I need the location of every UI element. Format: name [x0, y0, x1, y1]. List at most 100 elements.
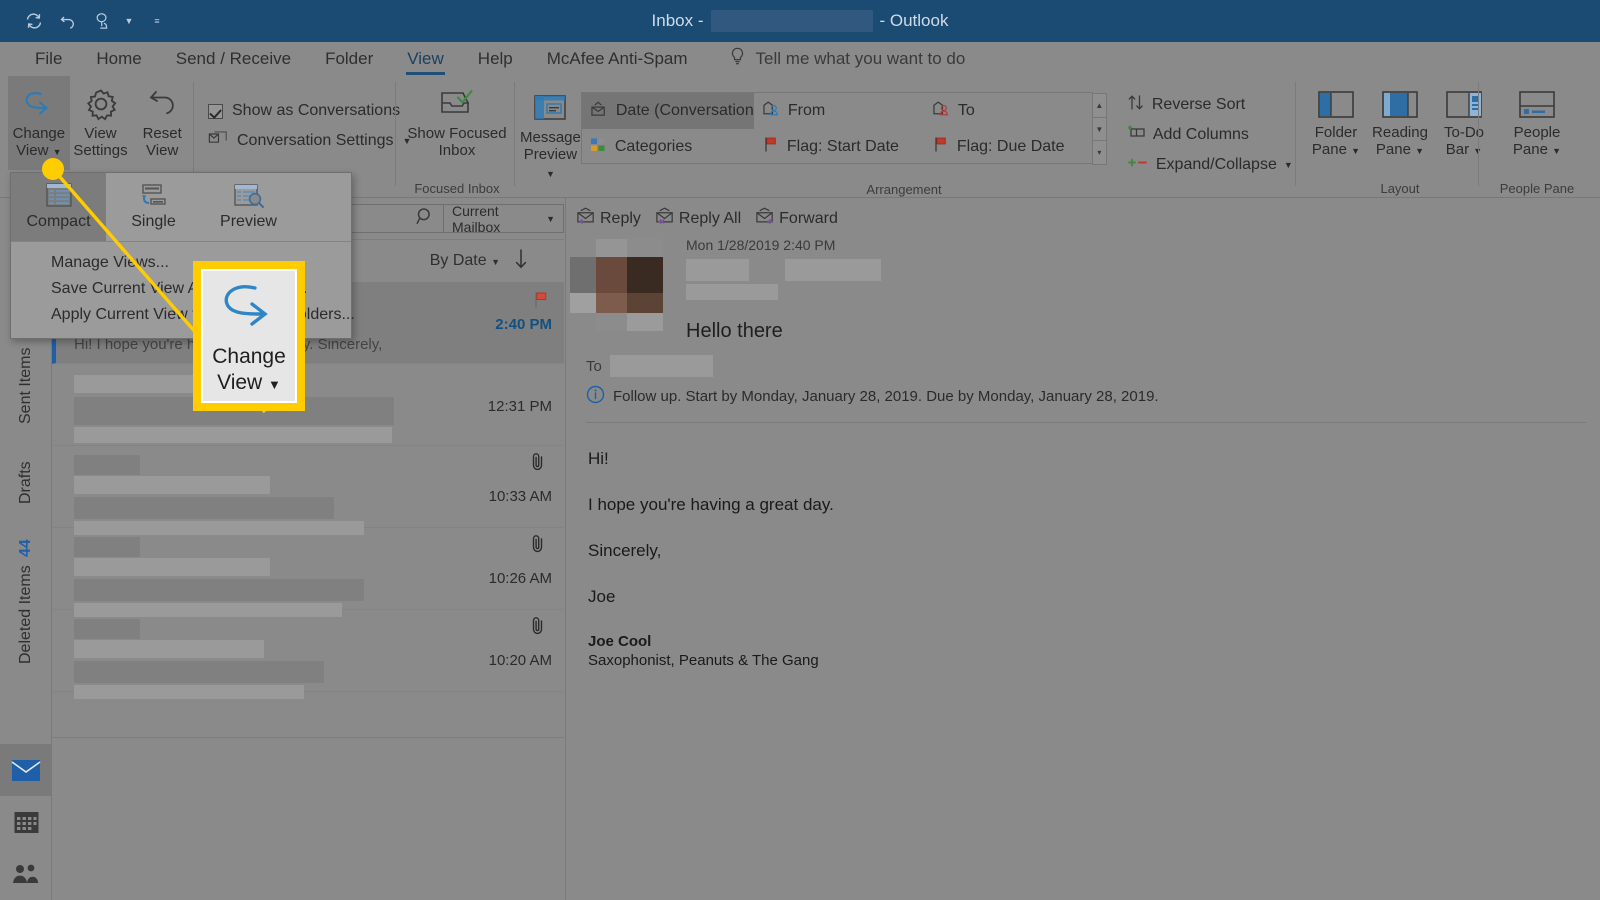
focused-inbox-icon	[436, 83, 478, 125]
reset-view-label-2: View	[146, 142, 179, 160]
divider	[586, 422, 1586, 423]
message-preview-button[interactable]: Message Preview ▼	[520, 80, 581, 181]
sidebar-item-deleted-items[interactable]: Deleted Items 44	[0, 468, 52, 668]
show-focused-inbox-button[interactable]: Show Focused Inbox	[404, 76, 510, 170]
tab-send-receive[interactable]: Send / Receive	[159, 42, 308, 76]
reply-button[interactable]: Reply	[576, 207, 641, 230]
change-view-label-1: Change	[12, 125, 66, 142]
expand-collapse-button[interactable]: Expand/Collapse ▼	[1121, 152, 1299, 178]
redacted-subject	[74, 497, 334, 519]
gallery-more[interactable]: ▾	[1091, 140, 1107, 166]
redacted-sender-extra	[686, 284, 778, 300]
redacted-subject	[74, 661, 324, 683]
mail-icon[interactable]	[0, 744, 52, 796]
add-columns-button[interactable]: Add Columns	[1121, 122, 1299, 148]
reverse-sort-button[interactable]: Reverse Sort	[1121, 92, 1299, 118]
view-option-single[interactable]: Single	[106, 173, 201, 241]
table-row[interactable]: 10:20 AM	[52, 610, 564, 699]
show-as-conversations-label: Show as Conversations	[232, 102, 401, 119]
menu-item-label: Manage Views...	[51, 254, 169, 271]
tab-mcafee-anti-spam[interactable]: McAfee Anti-Spam	[530, 42, 705, 76]
show-focused-inbox-label-2: Inbox	[438, 142, 476, 160]
table-row[interactable]: 10:26 AM	[52, 528, 564, 617]
from-person-icon	[762, 100, 781, 122]
message-body: Hi! I hope you're having a great day. Si…	[566, 423, 1600, 669]
search-icon	[416, 207, 435, 231]
callout-label-2: View ▼	[217, 370, 281, 394]
folder-pane-label-2: Pane ▼	[1311, 141, 1361, 159]
arrangement-label: Flag: Start Date	[786, 138, 899, 155]
folder-pane-button[interactable]: Folder Pane ▼	[1304, 76, 1368, 170]
reading-pane-label-1: Reading	[1372, 124, 1428, 141]
calendar-icon[interactable]	[0, 796, 52, 848]
tab-file[interactable]: File	[18, 42, 79, 76]
ribbon-group-layout: Folder Pane ▼ Reading Pane ▼ To-Do Bar L…	[1300, 76, 1500, 198]
group-label-arrangement: Arrangement	[866, 181, 942, 197]
chevron-down-icon: ▼	[546, 213, 555, 224]
redacted-sender-2	[74, 476, 270, 494]
view-settings-label-1: View	[84, 125, 117, 142]
reply-all-button[interactable]: Reply All	[655, 207, 741, 230]
tab-view[interactable]: View	[390, 42, 461, 76]
folder-pane-icon	[1317, 84, 1355, 124]
arrangement-item-categories[interactable]: Categories	[582, 129, 754, 165]
message-time: 12:31 PM	[487, 398, 552, 415]
people-pane-label-1: People	[1513, 124, 1561, 141]
table-row[interactable]: 12:31 PM	[52, 364, 564, 446]
redacted-sender-2	[74, 640, 264, 658]
tab-help[interactable]: Help	[461, 42, 530, 76]
flag-icon[interactable]	[532, 290, 552, 315]
ribbon-tab-bar: File Home Send / Receive Folder View Hel…	[0, 42, 1600, 76]
sort-by-dropdown[interactable]: By Date ▼	[430, 252, 500, 270]
tab-home[interactable]: Home	[79, 42, 158, 76]
forward-icon	[755, 207, 776, 230]
change-view-button[interactable]: Change View ▼	[8, 76, 70, 170]
arrangement-item-from[interactable]: From	[754, 93, 924, 129]
view-option-preview[interactable]: Preview	[201, 173, 296, 241]
tell-me-search[interactable]: Tell me what you want to do	[729, 47, 965, 71]
arrangement-item-flag-due-date[interactable]: Flag: Due Date	[924, 129, 1094, 165]
redacted-sender	[74, 537, 140, 557]
body-paragraph: Hi!	[588, 449, 609, 468]
sort-direction-toggle[interactable]	[514, 248, 528, 275]
view-settings-button[interactable]: View Settings	[70, 76, 132, 170]
view-option-compact[interactable]: Compact	[11, 173, 106, 241]
arrangement-gallery-scrollbar[interactable]: ▲ ▼ ▾	[1091, 93, 1107, 166]
show-as-conversations-checkbox[interactable]: Show as Conversations	[202, 96, 406, 126]
redacted-sender	[74, 375, 204, 393]
reset-view-button[interactable]: Reset View	[131, 76, 193, 170]
message-datetime: Mon 1/28/2019 2:40 PM	[686, 237, 836, 253]
people-pane-button[interactable]: People Pane ▼	[1505, 76, 1569, 170]
change-view-label-2: View ▼	[16, 142, 62, 160]
message-time: 10:26 AM	[488, 570, 552, 587]
callout-label-1: Change	[212, 345, 286, 369]
forward-button[interactable]: Forward	[755, 207, 838, 230]
single-view-icon	[136, 179, 172, 213]
people-icon[interactable]	[0, 848, 52, 900]
arrangement-item-flag-start-date[interactable]: Flag: Start Date	[754, 129, 924, 165]
message-list[interactable]: Robert Lee Hello there Hi! I hope you're…	[52, 282, 564, 738]
redacted-sender	[74, 619, 140, 639]
conversation-settings-button[interactable]: Conversation Settings ▼	[202, 126, 417, 156]
redacted-preview	[74, 427, 392, 443]
chevron-down-icon: ▼	[1283, 160, 1293, 170]
ribbon-group-people-pane: People Pane ▼ People Pane	[1482, 76, 1592, 198]
arrangement-item-to[interactable]: To	[924, 93, 1094, 129]
arrangement-label: Date (Conversations)	[615, 102, 754, 119]
search-scope-dropdown[interactable]: Current Mailbox ▼	[444, 203, 564, 235]
gallery-scroll-down[interactable]: ▼	[1091, 116, 1107, 141]
body-paragraph: Joe	[588, 587, 616, 606]
tab-folder[interactable]: Folder	[308, 42, 390, 76]
gallery-scroll-up[interactable]: ▲	[1091, 93, 1107, 117]
window-title: Inbox - - Outlook	[0, 0, 1600, 42]
message-time: 2:40 PM	[495, 316, 552, 333]
callout-change-view: Change View ▼	[193, 261, 305, 411]
reading-pane-actions: Reply Reply All Forward	[566, 198, 1600, 237]
arrangement-item-date-conversations[interactable]: Date (Conversations)	[581, 93, 754, 129]
preview-view-icon	[231, 179, 267, 213]
outlook-window: ▼ ≡ Inbox - - Outlook File Home Send / R…	[0, 0, 1600, 900]
body-paragraph: I hope you're having a great day.	[588, 495, 834, 514]
table-row[interactable]: 10:33 AM	[52, 446, 564, 535]
arrangement-sort-options: Reverse Sort Add Columns Expand/Collapse…	[1121, 88, 1299, 178]
reading-pane-button[interactable]: Reading Pane ▼	[1368, 76, 1432, 170]
